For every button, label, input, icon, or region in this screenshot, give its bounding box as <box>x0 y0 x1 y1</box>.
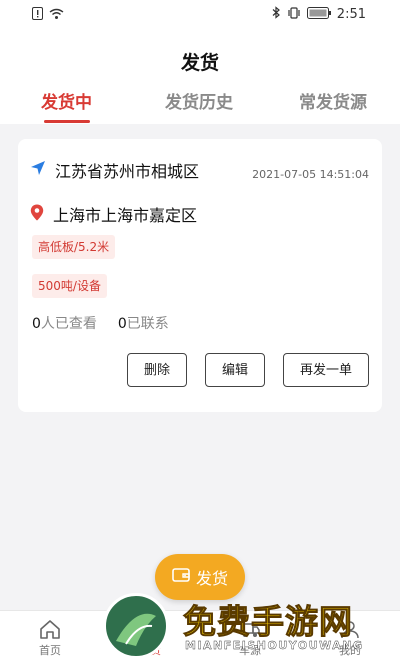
navigation-arrow-icon <box>30 160 46 180</box>
location-pin-icon <box>30 204 44 225</box>
views-label: 人已查看 <box>40 316 97 332</box>
sim-alert-icon <box>32 7 43 24</box>
status-time: 2:51 <box>336 7 366 22</box>
status-left <box>32 7 64 24</box>
destination-row: 上海市上海市嘉定区 <box>30 202 197 226</box>
shipment-stats: 0人已查看 0已联系 <box>32 313 169 333</box>
edit-button[interactable]: 编辑 <box>205 353 265 387</box>
fab-label: 发货 <box>195 569 228 588</box>
status-bar: 2:51 <box>0 0 400 30</box>
tab-shipping-history[interactable]: 发货历史 <box>165 88 233 113</box>
watermark: 免费手游网 MIANFEISHOUYOUWANG <box>103 593 400 666</box>
views-count: 0 <box>32 316 41 332</box>
wallet-icon <box>172 567 190 587</box>
watermark-title: 免费手游网 <box>183 602 353 642</box>
bluetooth-icon <box>272 6 281 23</box>
delete-button[interactable]: 删除 <box>127 353 187 387</box>
contacts-label: 已联系 <box>126 316 169 332</box>
nav-home[interactable]: 首页 <box>20 619 80 658</box>
active-tab-indicator <box>44 120 90 123</box>
vibrate-icon <box>287 6 301 23</box>
shipment-card[interactable]: 江苏省苏州市相城区 2021-07-05 14:51:04 上海市上海市嘉定区 … <box>18 139 382 412</box>
header: 发货 发货中 发货历史 常发货源 <box>0 30 400 124</box>
battery-icon <box>306 6 331 23</box>
cargo-tag: 500吨/设备 <box>32 274 107 298</box>
watermark-subtitle: MIANFEISHOUYOUWANG <box>185 639 364 652</box>
origin-address: 江苏省苏州市相城区 <box>55 162 200 181</box>
page-title: 发货 <box>180 52 219 74</box>
shipment-timestamp: 2021-07-05 14:51:04 <box>252 168 369 181</box>
repost-button[interactable]: 再发一单 <box>283 353 369 387</box>
tab-shipping[interactable]: 发货中 <box>41 88 92 113</box>
tab-frequent-sources[interactable]: 常发货源 <box>299 88 367 113</box>
watermark-logo <box>103 593 169 659</box>
origin-row: 江苏省苏州市相城区 <box>30 158 199 182</box>
contacts-count: 0 <box>117 316 127 332</box>
nav-home-label: 首页 <box>39 644 61 657</box>
destination-address: 上海市上海市嘉定区 <box>53 206 198 225</box>
vehicle-tag: 高低板/5.2米 <box>32 235 116 259</box>
status-right: 2:51 <box>272 6 366 23</box>
wifi-icon <box>49 8 64 24</box>
home-icon <box>40 620 60 639</box>
